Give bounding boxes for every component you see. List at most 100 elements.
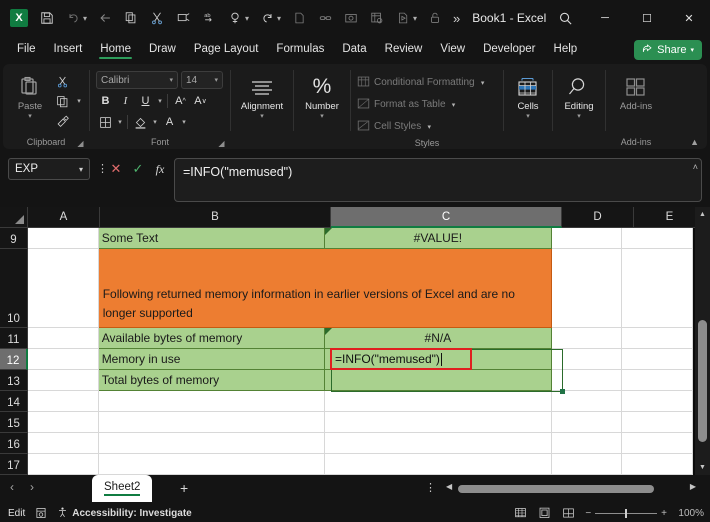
cell-c15[interactable]: [325, 412, 552, 433]
row-header-12[interactable]: 12: [0, 349, 28, 370]
copy-icon[interactable]: [53, 92, 72, 110]
zoom-slider[interactable]: − +: [585, 508, 667, 519]
zoom-in-button[interactable]: +: [661, 508, 667, 519]
qat-overflow-icon[interactable]: »: [448, 11, 464, 26]
spelling-icon[interactable]: ab: [196, 5, 222, 31]
row-header-10[interactable]: 10: [0, 249, 28, 328]
zoom-track[interactable]: [595, 508, 658, 518]
font-color-icon[interactable]: A: [160, 113, 179, 131]
format-as-table-caret-icon[interactable]: ▾: [450, 101, 458, 109]
font-dialog-launcher-icon[interactable]: ◢: [217, 139, 226, 148]
scroll-down-icon[interactable]: ▼: [695, 460, 710, 475]
cell-a13[interactable]: [28, 370, 99, 391]
cell-c14[interactable]: [325, 391, 552, 412]
active-cell-editor[interactable]: =INFO("memused"): [330, 348, 472, 370]
previous-sheet-icon[interactable]: ‹: [10, 480, 14, 494]
tab-view[interactable]: View: [431, 40, 474, 60]
cell-b13[interactable]: Total bytes of memory: [98, 370, 326, 391]
cell-a9[interactable]: [28, 228, 99, 249]
cell-b9[interactable]: Some Text: [98, 228, 326, 249]
cell-a14[interactable]: [28, 391, 99, 412]
alignment-button[interactable]: Alignment ▾: [237, 70, 287, 121]
cell-b12[interactable]: Memory in use: [98, 349, 326, 370]
cell-c13[interactable]: [325, 370, 552, 391]
decrease-font-size-button[interactable]: A ∨: [191, 92, 210, 110]
row-header-16[interactable]: 16: [0, 433, 28, 454]
tab-insert[interactable]: Insert: [45, 40, 92, 60]
paste-button[interactable]: Paste ▾: [9, 70, 51, 121]
cell-d14[interactable]: [551, 391, 623, 412]
cell-e14[interactable]: [622, 391, 693, 412]
row-header-9[interactable]: 9: [0, 228, 28, 249]
addins-button[interactable]: Add-ins: [612, 70, 660, 112]
row-header-11[interactable]: 11: [0, 328, 28, 349]
back-arrow-icon[interactable]: [92, 5, 118, 31]
cell-c17[interactable]: [325, 454, 552, 475]
name-box[interactable]: EXP ▾: [8, 158, 90, 180]
cell-e11[interactable]: [622, 328, 693, 349]
fill-handle[interactable]: [560, 389, 565, 394]
sheet-tab-sheet2[interactable]: Sheet2: [92, 475, 153, 502]
cell-d13[interactable]: [551, 370, 623, 391]
tab-home[interactable]: Home: [91, 40, 140, 60]
cancel-formula-icon[interactable]: ✕: [108, 160, 124, 178]
number-dropdown-caret-icon[interactable]: ▾: [320, 112, 324, 121]
cell-d16[interactable]: [551, 433, 623, 454]
page-layout-view-icon[interactable]: [537, 507, 552, 520]
bold-button[interactable]: B: [96, 92, 115, 110]
record-macro-icon[interactable]: [35, 507, 47, 519]
tab-review[interactable]: Review: [376, 40, 432, 60]
cell-b11[interactable]: Available bytes of memory: [98, 328, 326, 349]
close-button[interactable]: ✕: [668, 0, 710, 36]
borders-icon[interactable]: [96, 113, 115, 131]
underline-caret-icon[interactable]: ▾: [156, 97, 164, 105]
cell-b14[interactable]: [98, 391, 326, 412]
vertical-scrollbar[interactable]: ▲ ▼: [695, 207, 710, 475]
normal-view-icon[interactable]: [513, 507, 528, 520]
row-header-17[interactable]: 17: [0, 454, 28, 475]
collapse-ribbon-icon[interactable]: ▲: [690, 137, 699, 147]
number-format-button[interactable]: % Number ▾: [300, 70, 344, 121]
row-header-14[interactable]: 14: [0, 391, 28, 412]
hscroll-left-icon[interactable]: ◀: [446, 482, 452, 491]
cut-icon[interactable]: [53, 72, 72, 90]
name-box-caret-icon[interactable]: ▾: [79, 165, 83, 174]
tab-help[interactable]: Help: [545, 40, 587, 60]
copy-caret-icon[interactable]: ▾: [75, 97, 83, 105]
cell-c11[interactable]: #N/A: [325, 328, 552, 349]
add-sheet-button[interactable]: +: [180, 480, 188, 496]
tab-file[interactable]: File: [8, 40, 45, 60]
print-preview-icon[interactable]: [390, 5, 416, 31]
font-name-caret-icon[interactable]: ▾: [169, 76, 173, 84]
column-header-c[interactable]: C: [331, 207, 562, 228]
italic-button[interactable]: I: [116, 92, 135, 110]
cell-styles-button[interactable]: Cell Styles ▾: [357, 117, 433, 136]
format-painter-icon[interactable]: [170, 5, 196, 31]
font-size-caret-icon[interactable]: ▾: [214, 76, 218, 84]
lock-icon[interactable]: [422, 5, 448, 31]
cell-e10[interactable]: [622, 249, 693, 328]
accessibility-status[interactable]: Accessibility: Investigate: [57, 506, 192, 521]
tab-page-layout[interactable]: Page Layout: [185, 40, 268, 60]
cell-e13[interactable]: [622, 370, 693, 391]
underline-button[interactable]: U: [136, 92, 155, 110]
camera-icon[interactable]: [338, 5, 364, 31]
font-color-caret-icon[interactable]: ▾: [180, 118, 188, 126]
row-header-13[interactable]: 13: [0, 370, 28, 391]
zoom-out-button[interactable]: −: [585, 508, 591, 519]
borders-caret-icon[interactable]: ▾: [116, 118, 124, 126]
cell-a15[interactable]: [28, 412, 99, 433]
touch-mode-icon[interactable]: [222, 5, 248, 31]
editing-dropdown-caret-icon[interactable]: ▾: [577, 112, 581, 121]
tab-formulas[interactable]: Formulas: [267, 40, 333, 60]
fill-color-icon[interactable]: [131, 113, 150, 131]
enter-formula-icon[interactable]: ✓: [130, 160, 146, 178]
sort-filter-icon[interactable]: [364, 5, 390, 31]
cell-e12[interactable]: [622, 349, 693, 370]
cell-a11[interactable]: [28, 328, 99, 349]
cell-d11[interactable]: [551, 328, 623, 349]
next-sheet-icon[interactable]: ›: [30, 480, 34, 494]
cell-c9[interactable]: #VALUE!: [325, 228, 552, 249]
zoom-level[interactable]: 100%: [676, 508, 704, 519]
cell-b15[interactable]: [98, 412, 326, 433]
